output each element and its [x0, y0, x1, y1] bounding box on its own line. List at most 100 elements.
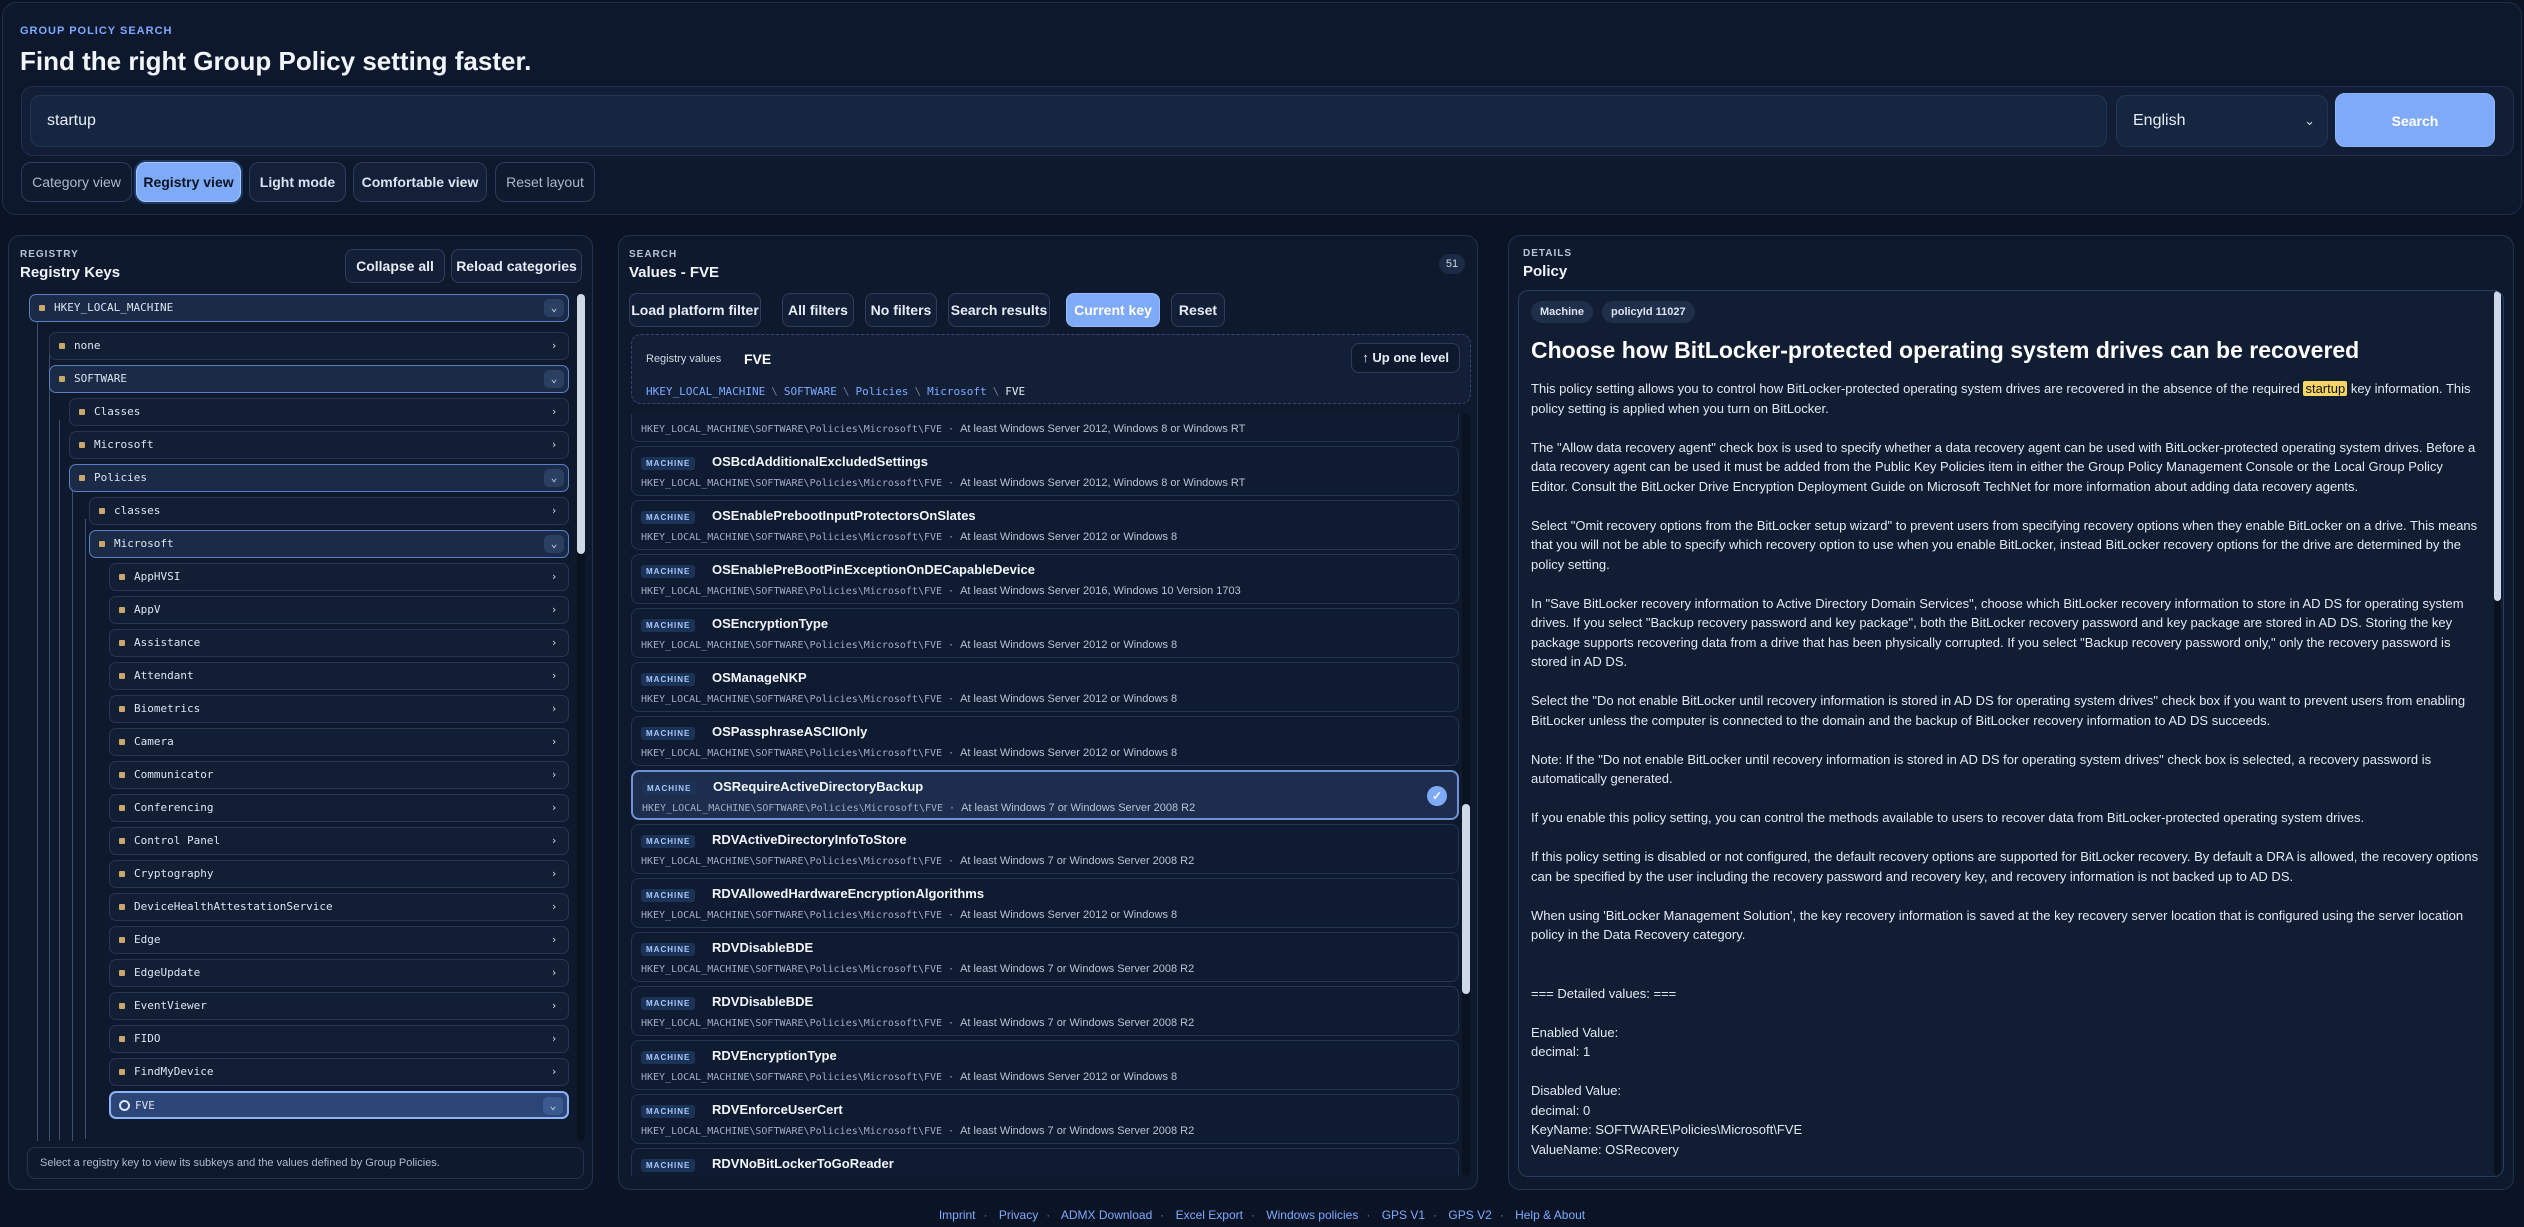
- registry-scrollbar[interactable]: [577, 294, 585, 1141]
- footer-link-windows-policies[interactable]: Windows policies: [1266, 1208, 1358, 1222]
- list-item[interactable]: MACHINE OSManageNKP HKEY_LOCAL_MACHINE\SOF…: [631, 662, 1459, 712]
- tree-node-biometrics[interactable]: Biometrics ›: [109, 695, 569, 723]
- tree-node-eventviewer[interactable]: EventViewer ›: [109, 992, 569, 1020]
- chevron-right-icon[interactable]: ›: [544, 865, 564, 883]
- chevron-right-icon[interactable]: ›: [544, 1063, 564, 1081]
- tree-node-communicator[interactable]: Communicator ›: [109, 761, 569, 789]
- chevron-right-icon[interactable]: ›: [544, 931, 564, 949]
- tree-node-control-panel[interactable]: Control Panel ›: [109, 827, 569, 855]
- tree-node-cryptography[interactable]: Cryptography ›: [109, 860, 569, 888]
- breadcrumb-item[interactable]: SOFTWARE: [784, 385, 837, 398]
- chevron-right-icon[interactable]: ›: [544, 568, 564, 586]
- comfortable-view-button[interactable]: Comfortable view: [353, 162, 487, 202]
- chevron-right-icon[interactable]: ›: [544, 799, 564, 817]
- breadcrumb-item[interactable]: Microsoft: [927, 385, 987, 398]
- search-input[interactable]: startup: [30, 95, 2107, 147]
- list-item[interactable]: MACHINE OSEnablePrebootInputProtectorsOnS…: [631, 500, 1459, 550]
- chevron-right-icon[interactable]: ›: [544, 667, 564, 685]
- list-item[interactable]: MACHINE RDVDisableBDE HKEY_LOCAL_MACHINE\S…: [631, 986, 1459, 1036]
- tree-node-classes[interactable]: Classes ›: [69, 398, 569, 426]
- registry-scrollbar-thumb[interactable]: [577, 294, 585, 554]
- list-item[interactable]: MACHINERDVNoBitLockerToGoReaderHKEY_LOCA…: [631, 1148, 1459, 1176]
- reload-categories-button[interactable]: Reload categories: [451, 249, 582, 283]
- tree-node-policies[interactable]: Policies ⌄: [69, 464, 569, 492]
- reset-button[interactable]: Reset: [1171, 293, 1225, 327]
- tree-node-conferencing[interactable]: Conferencing ›: [109, 794, 569, 822]
- tree-node-policies-classes[interactable]: classes ›: [89, 497, 569, 525]
- tree-node-devicehealth[interactable]: DeviceHealthAttestationService ›: [109, 893, 569, 921]
- current-key-button[interactable]: Current key: [1066, 293, 1160, 327]
- search-results-button[interactable]: Search results: [948, 293, 1050, 327]
- list-item[interactable]: MACHINE RDVAllowedHardwareEncryptionAlgor…: [631, 878, 1459, 928]
- tree-node-attendant[interactable]: Attendant ›: [109, 662, 569, 690]
- chevron-right-icon[interactable]: ›: [544, 502, 564, 520]
- reset-layout-button[interactable]: Reset layout: [495, 162, 595, 202]
- chevron-right-icon[interactable]: ›: [544, 634, 564, 652]
- tree-node-appv[interactable]: AppV ›: [109, 596, 569, 624]
- breadcrumb-item[interactable]: HKEY_LOCAL_MACHINE: [646, 385, 765, 398]
- tree-node-edgeupdate[interactable]: EdgeUpdate ›: [109, 959, 569, 987]
- list-item[interactable]: MACHINE RDVEnforceUserCert HKEY_LOCAL_MACH…: [631, 1094, 1459, 1144]
- list-item[interactable]: MACHINE RDVDisableBDE HKEY_LOCAL_MACHINE\S…: [631, 932, 1459, 982]
- tree-node-apphvsi[interactable]: AppHVSI ›: [109, 563, 569, 591]
- language-select[interactable]: English ⌄: [2116, 95, 2328, 147]
- tree-node-hklm[interactable]: HKEY_LOCAL_MACHINE ⌄: [29, 294, 569, 322]
- footer-link-excel[interactable]: Excel Export: [1176, 1208, 1243, 1222]
- chevron-right-icon[interactable]: ›: [544, 733, 564, 751]
- chevron-down-icon[interactable]: ⌄: [544, 469, 564, 487]
- list-item[interactable]: MACHINE OSEnablePreBootPinExceptionOnDECa…: [631, 554, 1459, 604]
- chevron-right-icon[interactable]: ›: [544, 898, 564, 916]
- chevron-right-icon[interactable]: ›: [544, 700, 564, 718]
- chevron-right-icon[interactable]: ›: [544, 1030, 564, 1048]
- list-item[interactable]: HKEY_LOCAL_MACHINE\SOFTWARE\Policies\Mic…: [631, 414, 1459, 442]
- footer-link-help[interactable]: Help & About: [1515, 1208, 1585, 1222]
- chevron-down-icon[interactable]: ⌄: [544, 535, 564, 553]
- footer-link-admx[interactable]: ADMX Download: [1061, 1208, 1152, 1222]
- list-item[interactable]: MACHINE RDVActiveDirectoryInfoToStore HKEY…: [631, 824, 1459, 874]
- tree-node-policies-microsoft[interactable]: Microsoft ⌄: [89, 530, 569, 558]
- footer-link-gps-v2[interactable]: GPS V2: [1448, 1208, 1491, 1222]
- chevron-right-icon[interactable]: ›: [544, 403, 564, 421]
- no-filters-button[interactable]: No filters: [865, 293, 937, 327]
- tree-node-none[interactable]: none ›: [49, 332, 569, 360]
- chevron-right-icon[interactable]: ›: [544, 337, 564, 355]
- footer-link-privacy[interactable]: Privacy: [999, 1208, 1038, 1222]
- tree-node-microsoft[interactable]: Microsoft ›: [69, 431, 569, 459]
- tree-node-software[interactable]: SOFTWARE ⌄: [49, 365, 569, 393]
- list-item[interactable]: MACHINE OSBcdAdditionalExcludedSettings HK…: [631, 446, 1459, 496]
- tree-node-fido[interactable]: FIDO ›: [109, 1025, 569, 1053]
- chevron-down-icon[interactable]: ⌄: [544, 370, 564, 388]
- chevron-down-icon[interactable]: ⌄: [543, 1097, 563, 1115]
- chevron-right-icon[interactable]: ›: [544, 766, 564, 784]
- details-scrollbar-thumb[interactable]: [2494, 291, 2501, 601]
- collapse-all-button[interactable]: Collapse all: [345, 249, 445, 283]
- values-scrollbar[interactable]: [1462, 414, 1470, 1176]
- chevron-right-icon[interactable]: ›: [544, 964, 564, 982]
- light-mode-button[interactable]: Light mode: [249, 162, 346, 202]
- footer-link-imprint[interactable]: Imprint: [939, 1208, 976, 1222]
- chevron-down-icon[interactable]: ⌄: [544, 299, 564, 317]
- tree-node-edge[interactable]: Edge ›: [109, 926, 569, 954]
- tree-node-fve[interactable]: FVE ⌄: [109, 1091, 569, 1119]
- list-item[interactable]: MACHINE RDVEncryptionType HKEY_LOCAL_MACHI…: [631, 1040, 1459, 1090]
- category-view-button[interactable]: Category view: [21, 162, 132, 202]
- chevron-right-icon[interactable]: ›: [544, 832, 564, 850]
- tree-node-findmydevice[interactable]: FindMyDevice ›: [109, 1058, 569, 1086]
- list-item[interactable]: MACHINE OSRequireActiveDirectoryBackup HKE…: [631, 770, 1459, 820]
- search-button[interactable]: Search: [2335, 93, 2495, 147]
- footer-link-gps-v1[interactable]: GPS V1: [1382, 1208, 1425, 1222]
- tree-node-camera[interactable]: Camera ›: [109, 728, 569, 756]
- chevron-right-icon[interactable]: ›: [544, 997, 564, 1015]
- breadcrumb-item[interactable]: Policies: [855, 385, 908, 398]
- load-platform-filter-button[interactable]: Load platform filter: [629, 293, 761, 327]
- list-item[interactable]: MACHINE OSEncryptionType HKEY_LOCAL_MACHIN…: [631, 608, 1459, 658]
- chevron-right-icon[interactable]: ›: [544, 601, 564, 619]
- chevron-right-icon[interactable]: ›: [544, 436, 564, 454]
- registry-view-button[interactable]: Registry view: [136, 162, 241, 202]
- all-filters-button[interactable]: All filters: [782, 293, 854, 327]
- details-scrollbar[interactable]: [2494, 291, 2501, 1176]
- values-scrollbar-thumb[interactable]: [1462, 804, 1470, 994]
- tree-node-assistance[interactable]: Assistance ›: [109, 629, 569, 657]
- list-item[interactable]: MACHINE OSPassphraseASCIIOnly HKEY_LOCAL_M…: [631, 716, 1459, 766]
- up-one-level-button[interactable]: ↑ Up one level: [1351, 343, 1460, 373]
